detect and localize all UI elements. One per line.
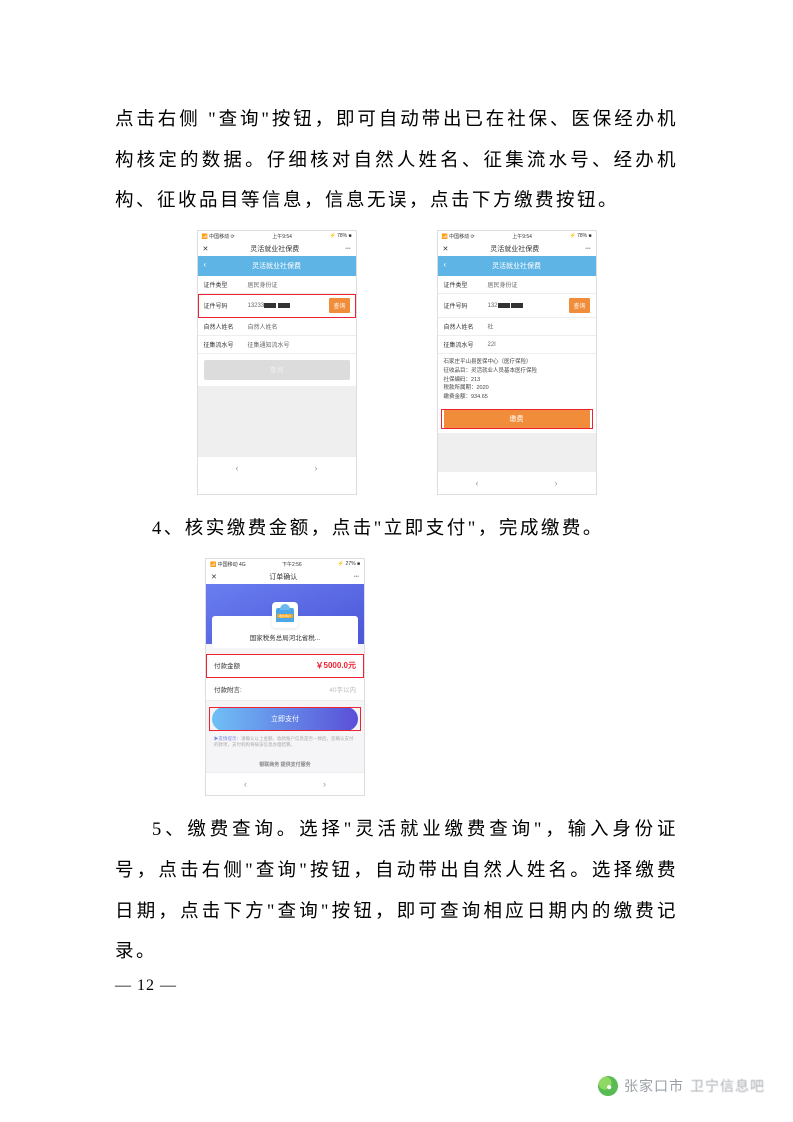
time: 上午9:54 [272,233,292,240]
info-period: 税款所属期：2020 [444,384,590,393]
nav-bar: ✕ 订单确认 ••• [206,570,364,584]
screenshot-row-2: 📶 中国移动 4G 下午2:56 ⚡ 27% ■ ✕ 订单确认 ••• 收款商户… [115,558,678,797]
service-footer: 银联商务 提供支付服务 [206,755,364,772]
page-header: ‹ 灵活就业社保费 [198,256,356,276]
paragraph-3: 5、缴费查询。选择"灵活就业缴费查询"，输入身份证号，点击右侧"查询"按钮，自动… [115,810,678,973]
amount-value: ￥5000.0元 [316,660,356,671]
nav-bar: ✕ 灵活就业社保费 ••• [438,242,596,256]
carrier: 📶 中国移动 4G [210,561,246,568]
row-id-type: 证件类型 居民身份证 [198,276,356,294]
blank-area [198,386,356,456]
more-icon[interactable]: ••• [585,246,590,252]
label: 证件号码 [444,301,484,310]
merchant-icon: 收款商户 [272,602,298,628]
paragraph-1: 点击右侧 "查询"按钮，即可自动带出已在社保、医保经办机构核定的数据。仔细核对自… [115,100,678,222]
pay-now-button[interactable]: 立即支付 [212,707,358,731]
info-amount: 缴费金额：934.65 [444,393,590,402]
row-id-number: 证件号码 13233 查询 [198,294,356,318]
info-org: 石家庄平山县医保中心（医疗保险） [444,358,590,367]
note-row: 付款附言: 40字以内 [206,678,364,701]
label: 证件类型 [204,280,244,289]
note-label: 付款附言: [214,684,242,694]
watermark-text-a: 张家口市 [624,1076,684,1096]
value: 自然人姓名 [244,322,350,331]
phone-screenshot-3: 📶 中国移动 4G 下午2:56 ⚡ 27% ■ ✕ 订单确认 ••• 收款商户… [205,558,365,797]
submit-button-disabled: 查询 [204,360,350,380]
bottom-nav: ‹ › [438,471,596,494]
watermark-text-b: 卫宁信息吧 [690,1076,765,1096]
nav-back-icon[interactable]: ‹ [236,463,239,473]
row-id-type: 证件类型 居民身份证 [438,276,596,294]
info-code: 社保编码：213 [444,376,590,385]
label: 征集流水号 [444,340,484,349]
label: 自然人姓名 [204,322,244,331]
close-icon[interactable]: ✕ [203,245,209,253]
value[interactable]: 132 [484,303,570,309]
status-bar: 📶 中国移动 ⟳ 上午9:54 ⚡ 78% ■ [198,231,356,242]
value: 居民身份证 [244,280,350,289]
phone-screenshot-1: 📶 中国移动 ⟳ 上午9:54 ⚡ 78% ■ ✕ 灵活就业社保费 ••• ‹ … [197,230,357,495]
nav-forward-icon[interactable]: › [323,779,326,789]
merchant-badge: 收款商户 [277,614,293,618]
status-bar: 📶 中国移动 4G 下午2:56 ⚡ 27% ■ [206,559,364,570]
value: 杜 [484,322,590,331]
battery: ⚡ 78% ■ [569,233,591,240]
wechat-icon [598,1076,618,1096]
time: 下午2:56 [282,561,302,568]
bottom-nav: ‹ › [198,456,356,479]
nav-back-icon[interactable]: ‹ [476,478,479,488]
query-button[interactable]: 查询 [329,298,349,313]
close-icon[interactable]: ✕ [443,245,449,253]
more-icon[interactable]: ••• [345,246,350,252]
time: 上午9:54 [512,233,532,240]
paragraph-2: 4、核实缴费金额，点击"立即支付"，完成缴费。 [115,509,678,550]
nav-bar: ✕ 灵活就业社保费 ••• [198,242,356,256]
screenshot-row-1: 📶 中国移动 ⟳ 上午9:54 ⚡ 78% ■ ✕ 灵活就业社保费 ••• ‹ … [115,230,678,495]
value: 居民身份证 [484,280,590,289]
status-bar: 📶 中国移动 ⟳ 上午9:54 ⚡ 78% ■ [438,231,596,242]
row-name: 自然人姓名 自然人姓名 [198,318,356,336]
note-placeholder[interactable]: 40字以内 [329,684,356,694]
carrier: 📶 中国移动 ⟳ [202,233,235,240]
label: 证件类型 [444,280,484,289]
nav-title: 灵活就业社保费 [456,244,573,254]
amount-label: 付款金额 [214,660,240,670]
value: 征集通知流水号 [244,340,350,349]
query-button[interactable]: 查询 [569,298,589,313]
label: 自然人姓名 [444,322,484,331]
nav-forward-icon[interactable]: › [555,478,558,488]
tip: ▶友情提示：请确认以上金额、收款账户信息是否一致后，您确认支付的款项，支付机构将… [206,734,364,756]
value: 22I [484,342,590,348]
blank-area [438,433,596,471]
watermark: 张家口市卫宁信息吧 [598,1076,765,1096]
pay-button[interactable]: 缴费 [444,409,590,429]
merchant-card: 收款商户 国家税务总局河北省税... [212,616,358,648]
carrier: 📶 中国移动 ⟳ [442,233,475,240]
row-id-number: 证件号码 132 查询 [438,294,596,318]
phone-screenshot-2: 📶 中国移动 ⟳ 上午9:54 ⚡ 78% ■ ✕ 灵活就业社保费 ••• ‹ … [437,230,597,495]
row-name: 自然人姓名 杜 [438,318,596,336]
more-icon[interactable]: ••• [354,574,359,580]
back-icon[interactable]: ‹ [444,260,447,269]
close-icon[interactable]: ✕ [211,573,217,581]
merchant-name: 国家税务总局河北省税... [216,632,354,642]
nav-title: 灵活就业社保费 [216,244,333,254]
label: 证件号码 [204,301,244,310]
back-icon[interactable]: ‹ [204,260,207,269]
info-item: 征收品目：灵活就业人员基本医疗保险 [444,367,590,376]
battery: ⚡ 78% ■ [329,233,351,240]
page-number: — 12 — [115,977,678,995]
value[interactable]: 13233 [244,303,330,309]
row-serial: 征集流水号 征集通知流水号 [198,336,356,354]
amount-row: 付款金额 ￥5000.0元 [206,654,364,678]
bottom-nav: ‹ › [206,772,364,795]
nav-title: 订单确认 [225,572,342,582]
info-block: 石家庄平山县医保中心（医疗保险） 征收品目：灵活就业人员基本医疗保险 社保编码：… [438,354,596,406]
battery: ⚡ 27% ■ [338,561,360,568]
label: 征集流水号 [204,340,244,349]
page-header: ‹ 灵活就业社保费 [438,256,596,276]
row-serial: 征集流水号 22I [438,336,596,354]
nav-forward-icon[interactable]: › [315,463,318,473]
nav-back-icon[interactable]: ‹ [244,779,247,789]
